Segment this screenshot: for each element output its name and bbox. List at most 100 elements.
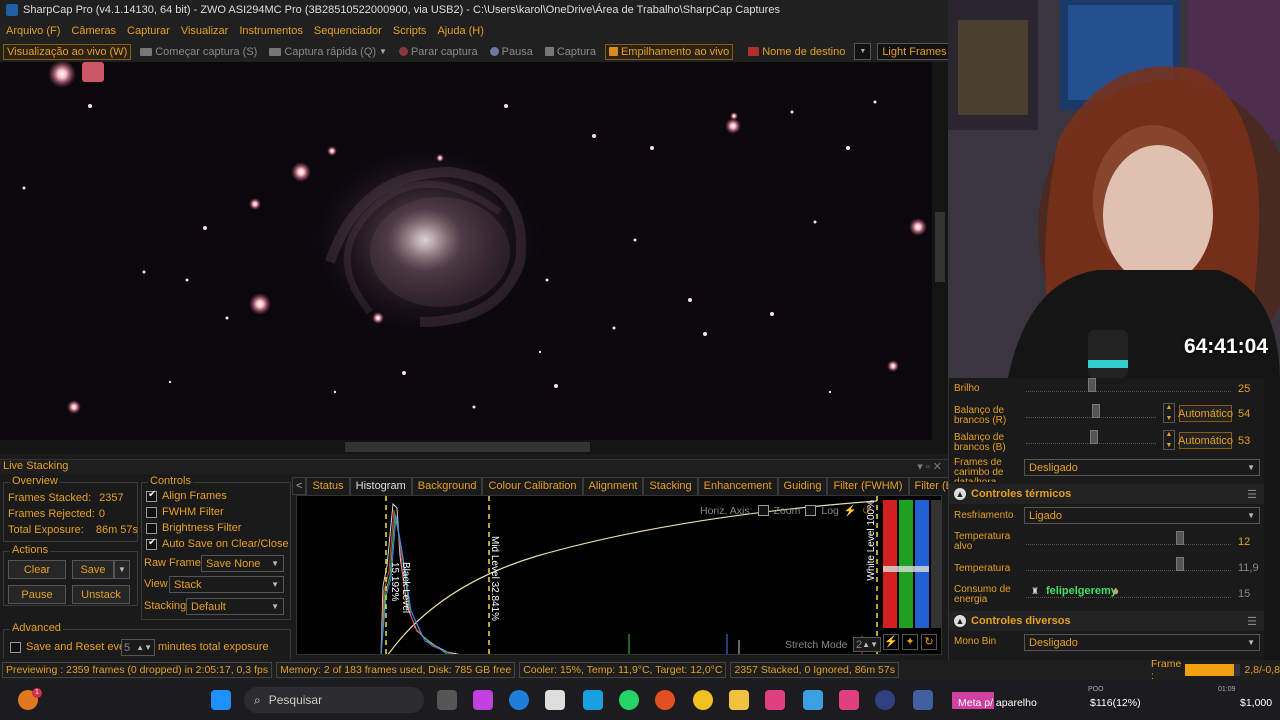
slider-knob[interactable] <box>1088 378 1096 392</box>
menu-sequenciador[interactable]: Sequenciador <box>314 25 382 37</box>
cooling-select[interactable]: Ligado ▼ <box>1024 507 1260 524</box>
auto-save-checkbox[interactable]: Auto Save on Clear/Close <box>146 537 289 550</box>
capture-button[interactable]: Captura <box>542 45 599 59</box>
clear-button[interactable]: Clear <box>8 560 66 579</box>
misc-controls-header[interactable]: ▲ Controles diversos ☰ <box>949 611 1265 631</box>
wb-blue-slider[interactable] <box>1026 430 1156 444</box>
tab-status[interactable]: Status <box>306 477 350 495</box>
wb-red-slider[interactable] <box>1026 404 1156 418</box>
copilot-icon[interactable] <box>473 690 493 710</box>
horizontal-scroll-thumb[interactable] <box>345 442 590 452</box>
store-icon[interactable] <box>545 690 565 710</box>
sparkle-icon[interactable]: ✦ <box>902 634 918 650</box>
save-button[interactable]: Save <box>72 560 114 579</box>
green-balance-slider[interactable] <box>899 500 913 628</box>
save-reset-minutes-spinner[interactable]: 5 ▲▼ <box>121 639 155 656</box>
sharpcap-taskbar-icon[interactable] <box>913 690 933 710</box>
app-icon[interactable] <box>583 690 603 710</box>
target-name-select[interactable]: ▼ <box>854 43 872 60</box>
whatsapp-icon[interactable] <box>619 690 639 710</box>
wb-red-spinner-icon[interactable]: ▲ ▼ <box>1163 403 1175 423</box>
controls-panel-scrollbar[interactable] <box>1264 378 1280 660</box>
app-pink2-icon[interactable] <box>839 690 859 710</box>
slider-knob[interactable] <box>1092 404 1100 418</box>
opera-icon[interactable] <box>655 690 675 710</box>
pause-stacking-button[interactable]: Pause <box>8 585 66 604</box>
menu-visualizar[interactable]: Visualizar <box>181 25 229 37</box>
view-select[interactable]: Stack ▼ <box>169 576 284 593</box>
collapse-icon[interactable]: ▲ <box>954 615 966 627</box>
wb-blue-value[interactable]: 53 <box>1238 432 1262 449</box>
mono-bin-select[interactable]: Desligado ▼ <box>1024 634 1260 651</box>
save-reset-checkbox[interactable]: Save and Reset every <box>10 641 134 653</box>
wb-red-value[interactable]: 54 <box>1238 405 1262 422</box>
slider-knob[interactable] <box>1176 531 1184 545</box>
balance-slider-knobs[interactable] <box>883 566 929 572</box>
file-explorer-icon[interactable] <box>729 690 749 710</box>
red-balance-slider[interactable] <box>883 500 897 628</box>
hamburger-menu-icon[interactable]: ☰ <box>1247 488 1257 501</box>
auto-balance-icon[interactable]: ⚡ <box>883 634 899 650</box>
tab-alignment[interactable]: Alignment <box>582 477 644 495</box>
task-view-icon[interactable] <box>437 690 457 710</box>
reset-stretch-icon[interactable]: ↺ <box>862 505 871 517</box>
taskbar-search[interactable]: ⌕ Pesquisar <box>244 687 424 713</box>
chrome-icon[interactable] <box>693 690 713 710</box>
fwhm-filter-checkbox[interactable]: FWHM Filter <box>146 506 224 518</box>
thermal-controls-header[interactable]: ▲ Controles térmicos ☰ <box>949 484 1265 504</box>
tabs-scroll-left-icon[interactable]: < <box>292 477 307 495</box>
tab-enhancement[interactable]: Enhancement <box>697 477 778 495</box>
menu-capturar[interactable]: Capturar <box>127 25 170 37</box>
panel-window-controls-icon[interactable]: ▾ ▫ ✕ <box>917 460 942 473</box>
live-stacking-button[interactable]: Empilhamento ao vivo <box>604 43 734 60</box>
stellarium-icon[interactable] <box>875 690 895 710</box>
tab-guiding[interactable]: Guiding <box>777 477 828 495</box>
stretch-mode-spinner[interactable]: 2 ▲▼ <box>853 637 881 652</box>
hamburger-menu-icon[interactable]: ☰ <box>1247 615 1257 628</box>
tab-filter-fwhm[interactable]: Filter (FWHM) <box>827 477 909 495</box>
wb-blue-auto-button[interactable]: Automático <box>1178 432 1233 449</box>
collapse-icon[interactable]: ▲ <box>954 488 966 500</box>
slider-knob[interactable] <box>1090 430 1098 444</box>
wb-blue-spinner-icon[interactable]: ▲ ▼ <box>1163 430 1175 450</box>
reset-icon[interactable]: ↻ <box>921 634 937 650</box>
wb-red-auto-button[interactable]: Automático <box>1178 405 1233 422</box>
target-temperature-value[interactable]: 12 <box>1238 533 1262 550</box>
quick-capture-button[interactable]: Captura rápida (Q) ▼ <box>266 45 390 59</box>
brightness-slider[interactable] <box>1026 378 1231 392</box>
save-options-chevron-icon[interactable]: ▼ <box>114 560 130 579</box>
brightness-value[interactable]: 25 <box>1238 380 1262 397</box>
image-viewport[interactable] <box>0 62 932 440</box>
timestamp-frames-select[interactable]: Desligado ▼ <box>1024 459 1260 476</box>
align-frames-checkbox[interactable]: Align Frames <box>146 489 227 502</box>
spinner-arrows-icon[interactable]: ▲▼ <box>136 643 152 652</box>
luminance-balance-slider[interactable] <box>931 500 941 628</box>
start-capture-button[interactable]: Começar captura (S) <box>137 45 260 59</box>
stacking-select[interactable]: Default ▼ <box>186 598 284 615</box>
stop-capture-button[interactable]: Parar captura <box>396 45 481 59</box>
auto-stretch-icon[interactable]: ⚡ <box>844 504 857 517</box>
menu-arquivo[interactable]: Arquivo (F) <box>6 25 60 37</box>
menu-cameras[interactable]: Câmeras <box>71 25 116 37</box>
app-blue-icon[interactable] <box>803 690 823 710</box>
tab-colour-calibration[interactable]: Colour Calibration <box>482 477 583 495</box>
vertical-scroll-thumb[interactable] <box>935 212 945 282</box>
blue-balance-slider[interactable] <box>915 500 929 628</box>
histogram-view[interactable]: Black Level 15.192% Mid Level 32.841% Wh… <box>296 495 942 655</box>
target-temperature-slider[interactable] <box>1026 531 1231 545</box>
viewport-horizontal-scrollbar[interactable] <box>0 440 948 454</box>
edge-icon[interactable] <box>509 690 529 710</box>
pause-button[interactable]: Pausa <box>487 45 536 59</box>
tab-background[interactable]: Background <box>411 477 483 495</box>
log-checkbox[interactable] <box>805 505 817 516</box>
menu-instrumentos[interactable]: Instrumentos <box>239 25 303 37</box>
tab-histogram[interactable]: Histogram <box>349 477 412 495</box>
tab-stacking[interactable]: Stacking <box>643 477 698 495</box>
zoom-checkbox[interactable] <box>757 505 769 516</box>
live-view-button[interactable]: Visualização ao vivo (W) <box>3 43 132 60</box>
app-pink-icon[interactable] <box>765 690 785 710</box>
frame-type-select[interactable]: Light Frames ▼ <box>877 43 948 60</box>
unstack-button[interactable]: Unstack <box>72 585 130 604</box>
menu-ajuda[interactable]: Ajuda (H) <box>437 25 483 37</box>
raw-frames-select[interactable]: Save None ▼ <box>201 555 284 572</box>
